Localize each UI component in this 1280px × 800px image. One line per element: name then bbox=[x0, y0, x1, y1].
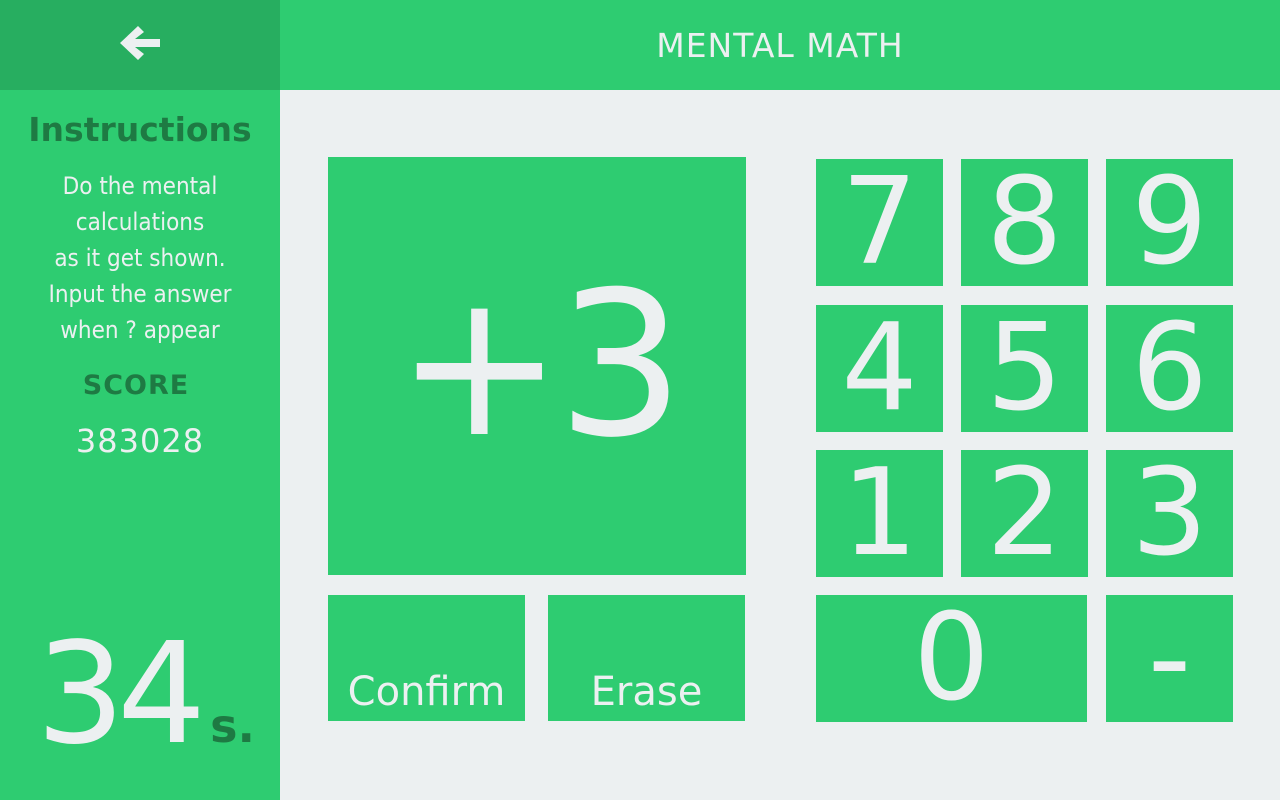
confirm-label: Confirm bbox=[347, 669, 506, 715]
sidebar: Instructions Do the mental calculations … bbox=[0, 90, 280, 800]
instructions-line: Do the mental bbox=[62, 172, 218, 200]
instructions-text: Do the mental calculations as it get sho… bbox=[20, 168, 260, 348]
key-minus[interactable]: - bbox=[1106, 595, 1233, 722]
key-6[interactable]: 6 bbox=[1106, 305, 1233, 432]
key-0[interactable]: 0 bbox=[816, 595, 1087, 722]
score-label: SCORE bbox=[82, 370, 190, 401]
instructions-line: Input the answer bbox=[48, 280, 232, 308]
key-3[interactable]: 3 bbox=[1106, 450, 1233, 577]
page-title: MENTAL MATH bbox=[656, 25, 904, 65]
arrow-left-icon bbox=[118, 24, 162, 66]
erase-button[interactable]: Erase bbox=[548, 595, 745, 721]
key-1[interactable]: 1 bbox=[816, 450, 943, 577]
back-button[interactable] bbox=[0, 0, 280, 90]
timer-value: 34 bbox=[36, 613, 206, 776]
erase-label: Erase bbox=[590, 669, 703, 715]
key-4[interactable]: 4 bbox=[816, 305, 943, 432]
key-2[interactable]: 2 bbox=[961, 450, 1088, 577]
instructions-title: Instructions bbox=[28, 110, 252, 149]
key-8[interactable]: 8 bbox=[961, 159, 1088, 286]
instructions-line: calculations bbox=[75, 208, 205, 236]
timer: 34 s. bbox=[36, 620, 255, 770]
question-text: +3 bbox=[395, 249, 685, 482]
score-value: 383028 bbox=[75, 422, 205, 460]
key-7[interactable]: 7 bbox=[816, 159, 943, 286]
instructions-line: when ? appear bbox=[60, 316, 220, 344]
question-display: +3 bbox=[328, 157, 746, 575]
key-5[interactable]: 5 bbox=[961, 305, 1088, 432]
confirm-button[interactable]: Confirm bbox=[328, 595, 525, 721]
instructions-line: as it get shown. bbox=[54, 244, 226, 272]
key-9[interactable]: 9 bbox=[1106, 159, 1233, 286]
header-bar: MENTAL MATH bbox=[280, 0, 1280, 90]
timer-unit: s. bbox=[210, 699, 256, 753]
